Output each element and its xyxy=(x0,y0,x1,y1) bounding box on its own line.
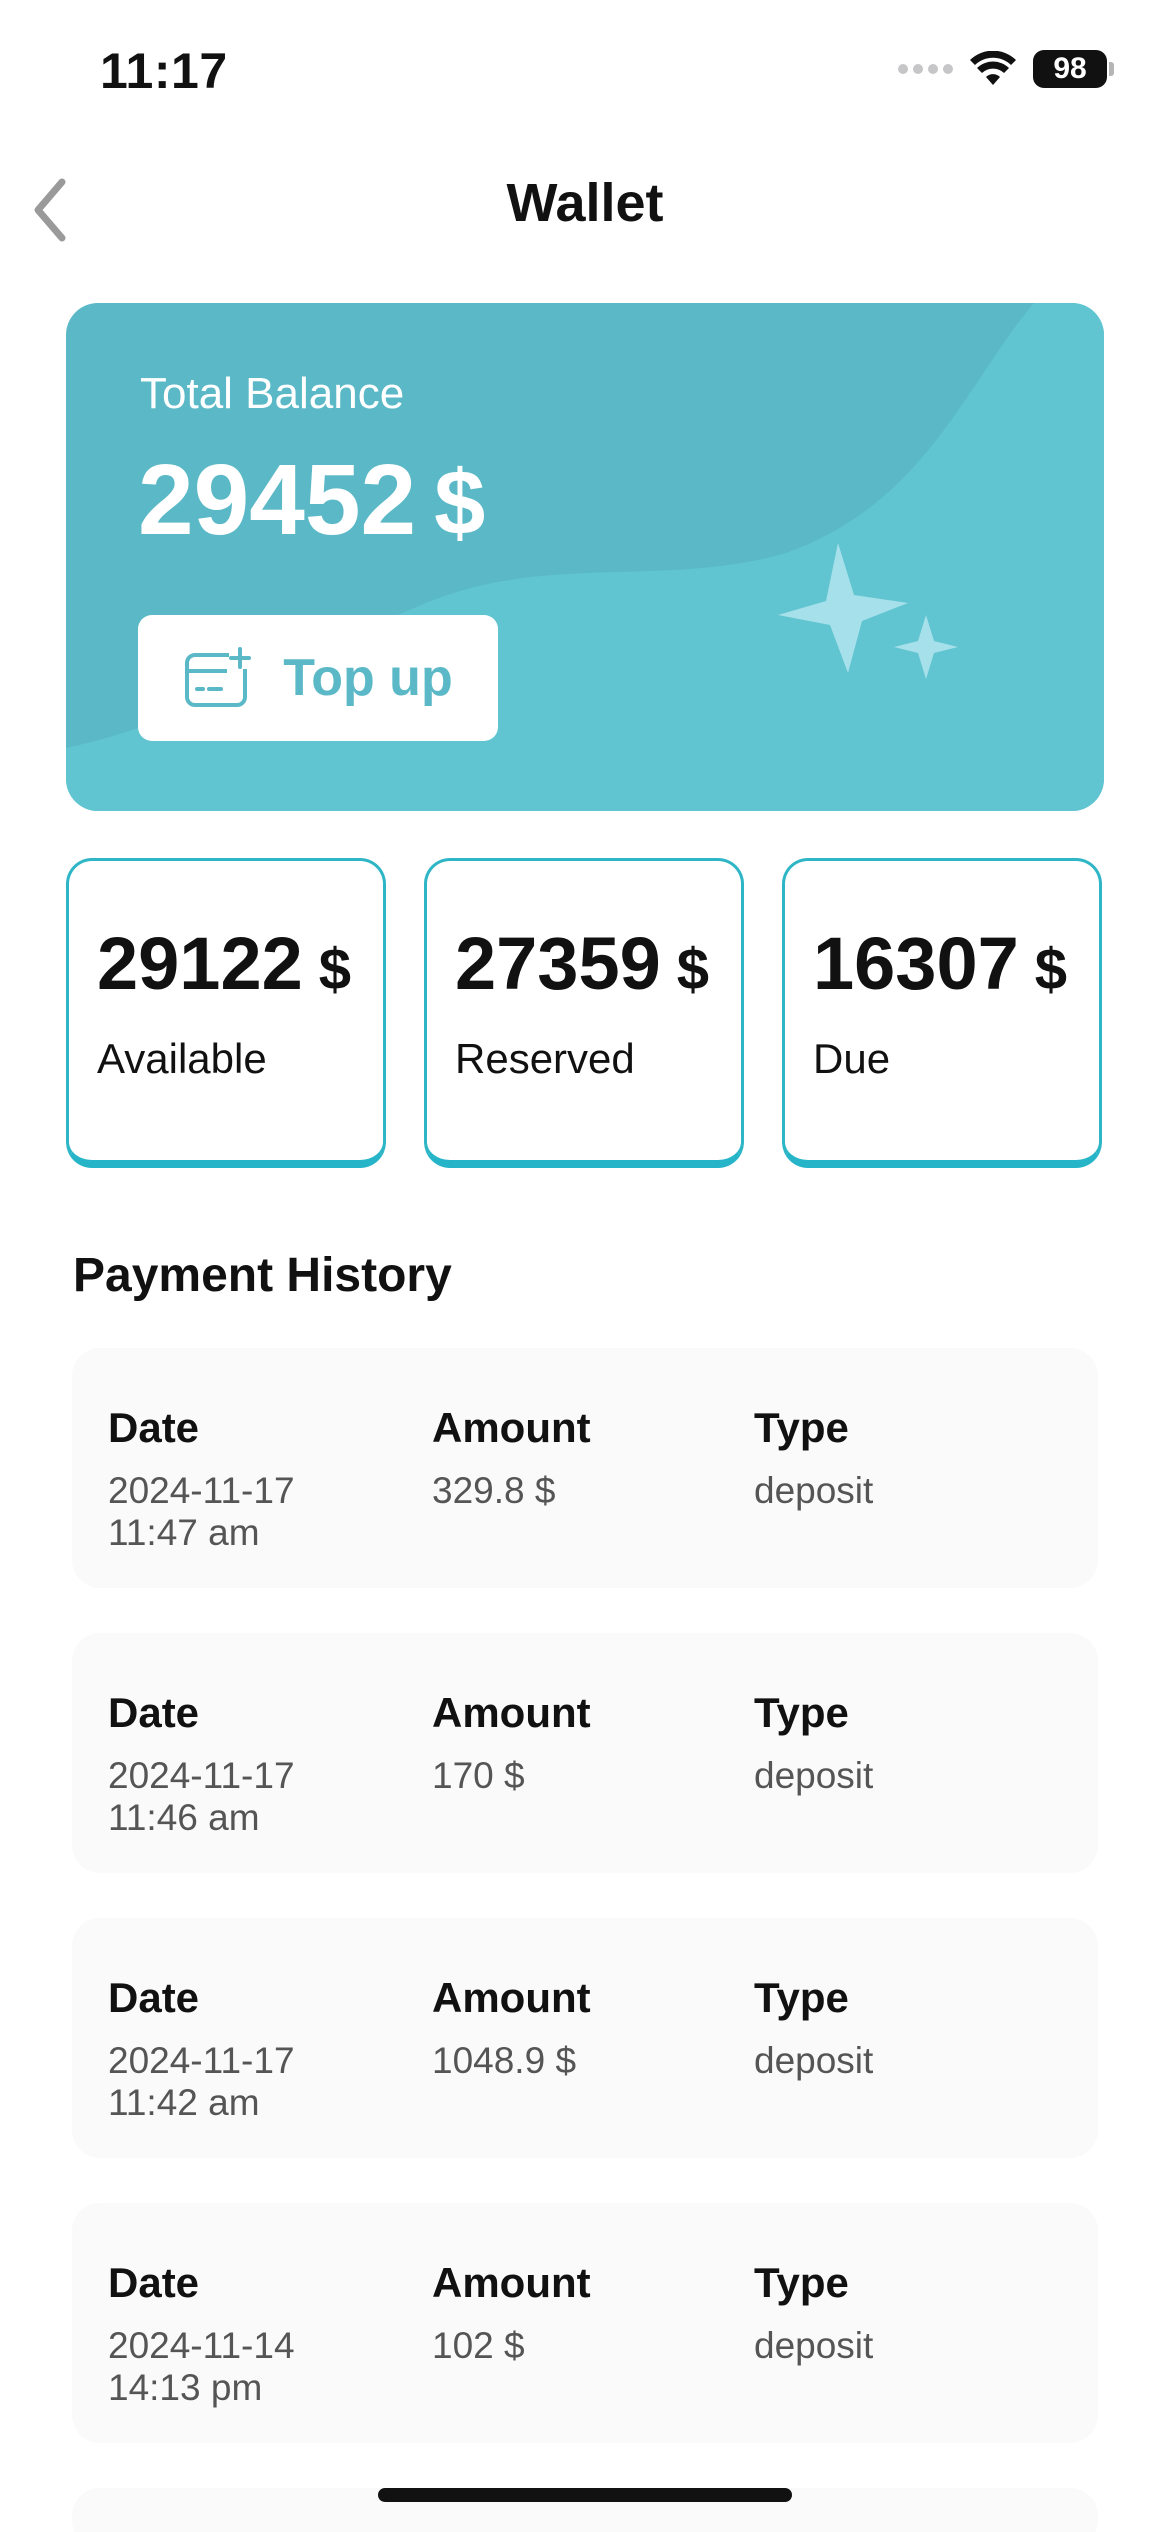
payment-list-item[interactable]: Date 2024-11-17 11:47 am Amount 329.8 $ T… xyxy=(72,1348,1098,1588)
amount-header: Amount xyxy=(432,1689,591,1736)
payment-amount: 102 $ xyxy=(432,2325,525,2366)
date-header: Date xyxy=(108,2259,200,2306)
amount-header: Amount xyxy=(432,1974,591,2021)
battery-level: 98 xyxy=(1033,50,1107,88)
date-header: Date xyxy=(108,1404,200,1451)
available-currency: $ xyxy=(318,937,352,1002)
payment-amount-column: Amount 1048.9 $ xyxy=(432,1974,722,2082)
status-bar: 11:17 98 xyxy=(0,0,1170,150)
due-stat-card: 16307 $ Due xyxy=(782,858,1102,1168)
payment-type-column: Type deposit xyxy=(754,1404,1054,1512)
payment-amount: 170 $ xyxy=(432,1755,525,1796)
type-header: Type xyxy=(754,1689,849,1736)
status-indicators: 98 xyxy=(898,50,1114,88)
payment-type: deposit xyxy=(754,2040,874,2081)
total-balance-number: 29452 xyxy=(138,444,417,556)
payment-type: deposit xyxy=(754,1470,874,1511)
date-header: Date xyxy=(108,1689,200,1736)
available-amount: 29122 $ xyxy=(97,921,351,1006)
cellular-signal-icon xyxy=(898,64,953,74)
total-balance-currency: $ xyxy=(434,452,486,554)
payment-list-item[interactable]: Date 2024-11-17 11:46 am Amount 170 $ Typ… xyxy=(72,1633,1098,1873)
total-balance-card: Total Balance 29452 $ Top up xyxy=(66,303,1104,811)
payment-date: 2024-11-14 14:13 pm xyxy=(108,2325,295,2408)
due-value: 16307 xyxy=(813,922,1019,1005)
payment-date-column: Date 2024-11-17 11:46 am xyxy=(108,1689,398,1839)
total-balance-label: Total Balance xyxy=(140,369,405,418)
payment-date-column: Date 2024-11-17 11:42 am xyxy=(108,1974,398,2124)
payment-amount: 1048.9 $ xyxy=(432,2040,577,2081)
available-stat-card: 29122 $ Available xyxy=(66,858,386,1168)
reserved-value: 27359 xyxy=(455,922,661,1005)
reserved-stat-card: 27359 $ Reserved xyxy=(424,858,744,1168)
status-time: 11:17 xyxy=(100,43,228,99)
available-value: 29122 xyxy=(97,922,303,1005)
payment-list-item[interactable]: Date 2024-11-17 11:42 am Amount 1048.9 $ … xyxy=(72,1918,1098,2158)
due-amount: 16307 $ xyxy=(813,921,1067,1006)
reserved-currency: $ xyxy=(676,937,710,1002)
type-header: Type xyxy=(754,1404,849,1451)
top-up-button[interactable]: Top up xyxy=(138,615,498,741)
reserved-label: Reserved xyxy=(455,1035,635,1082)
reserved-amount: 27359 $ xyxy=(455,921,709,1006)
top-up-label: Top up xyxy=(283,649,453,707)
payment-history-title: Payment History xyxy=(73,1249,452,1302)
sparkle-stars-icon xyxy=(778,543,958,679)
payment-type-column: Type deposit xyxy=(754,2259,1054,2367)
payment-date: 2024-11-17 11:42 am xyxy=(108,2040,295,2123)
wallet-add-icon xyxy=(185,647,252,707)
due-label: Due xyxy=(813,1035,891,1082)
payment-date-column: Date 2024-11-14 14:13 pm xyxy=(108,2259,398,2409)
payment-type-column: Type deposit xyxy=(754,1974,1054,2082)
due-currency: $ xyxy=(1034,937,1068,1002)
available-label: Available xyxy=(97,1035,267,1082)
type-header: Type xyxy=(754,1974,849,2021)
home-indicator xyxy=(378,2488,792,2502)
payment-amount: 329.8 $ xyxy=(432,1470,556,1511)
payment-list-item[interactable]: Date 2024-11-14 14:13 pm Amount 102 $ Typ… xyxy=(72,2203,1098,2443)
page-title: Wallet xyxy=(506,173,664,233)
payment-amount-column: Amount 170 $ xyxy=(432,1689,722,1797)
amount-header: Amount xyxy=(432,1404,591,1451)
battery-icon: 98 xyxy=(1033,50,1114,88)
payment-type-column: Type deposit xyxy=(754,1689,1054,1797)
type-header: Type xyxy=(754,2259,849,2306)
amount-header: Amount xyxy=(432,2259,591,2306)
payment-date-column: Date 2024-11-17 11:47 am xyxy=(108,1404,398,1554)
payment-date: 2024-11-17 11:46 am xyxy=(108,1755,295,1838)
wifi-icon xyxy=(970,51,1016,85)
wallet-screen: 11:17 98 Wallet Total Balance 29452 $ To… xyxy=(0,0,1170,2532)
total-balance-amount: 29452 $ xyxy=(138,443,485,558)
payment-date: 2024-11-17 11:47 am xyxy=(108,1470,295,1553)
payment-type: deposit xyxy=(754,2325,874,2366)
payment-type: deposit xyxy=(754,1755,874,1796)
date-header: Date xyxy=(108,1974,200,2021)
payment-amount-column: Amount 329.8 $ xyxy=(432,1404,722,1512)
payment-amount-column: Amount 102 $ xyxy=(432,2259,722,2367)
